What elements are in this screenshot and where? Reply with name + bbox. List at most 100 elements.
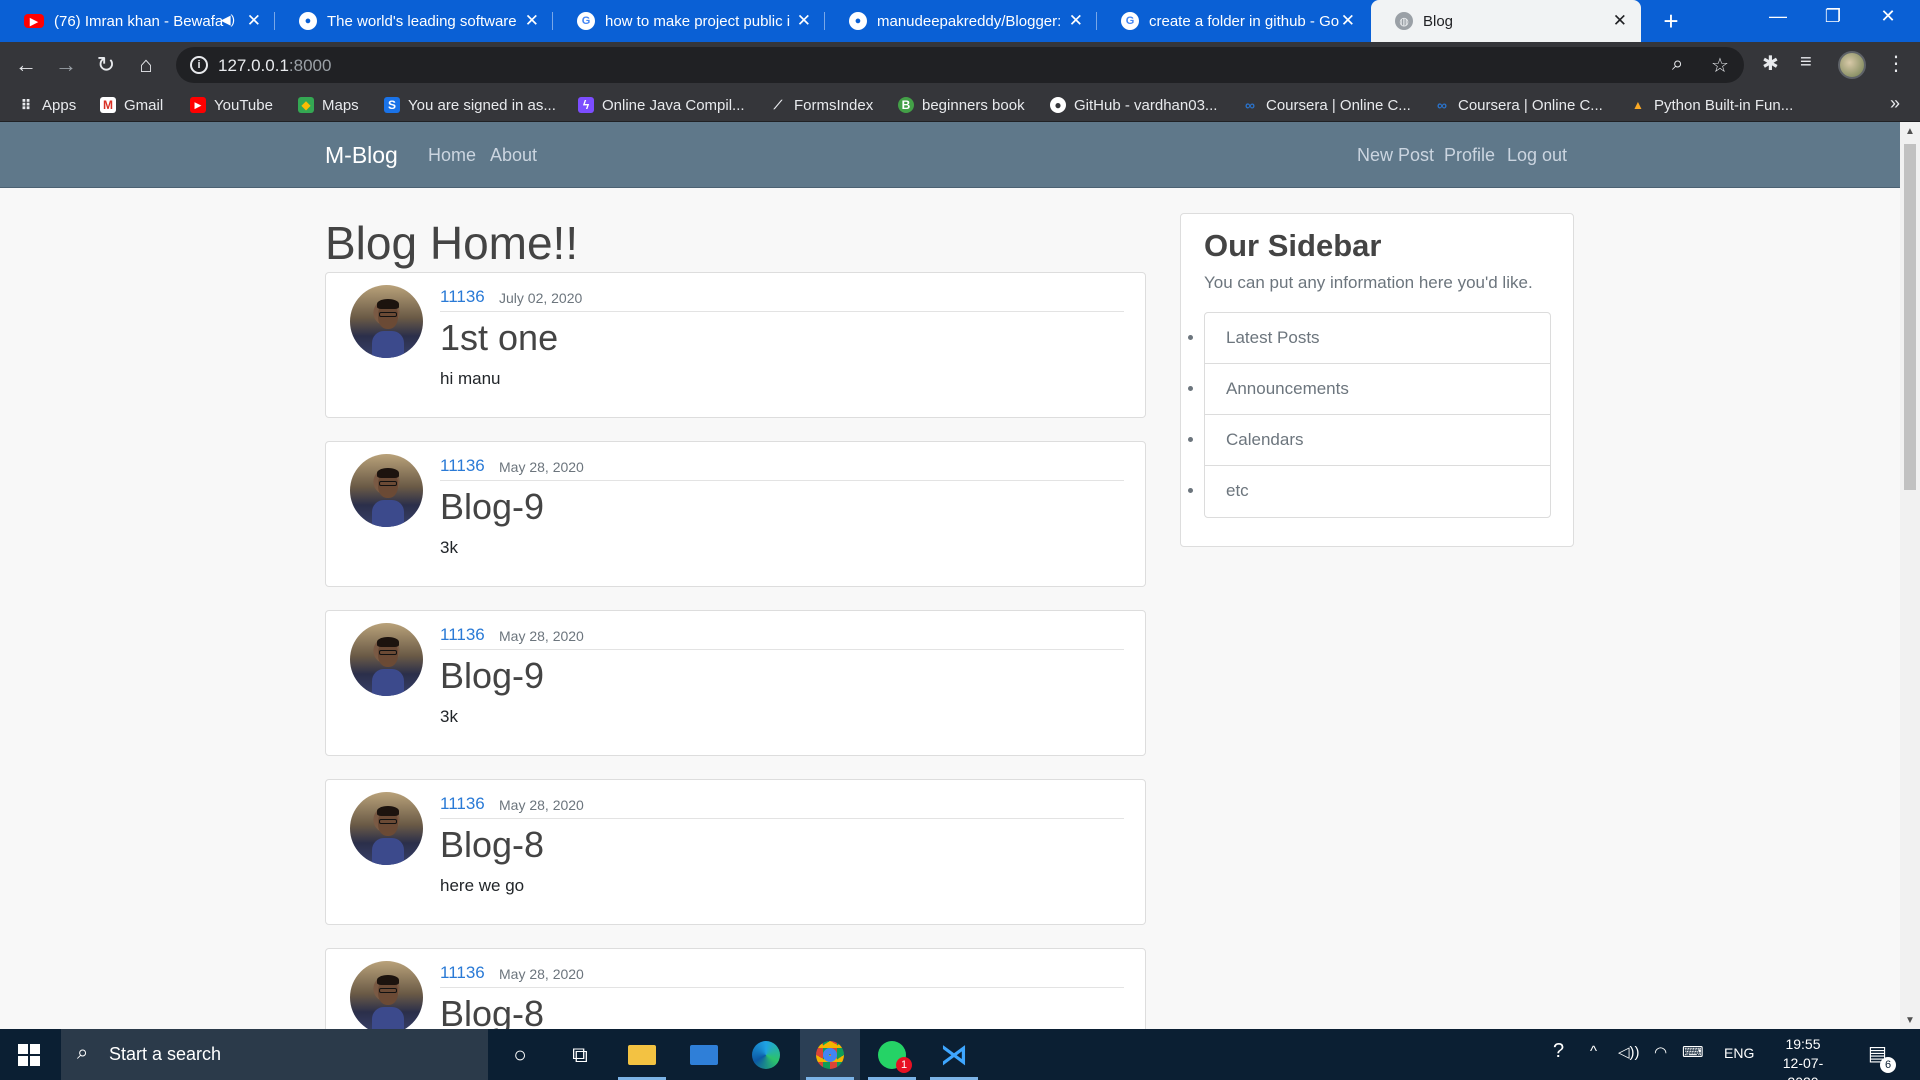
windows-start-icon[interactable] <box>18 1044 40 1066</box>
tab-google-search-1[interactable]: G how to make project public i ✕ <box>553 0 825 42</box>
tab-github-repo[interactable]: ● manudeepakreddy/Blogger: ✕ <box>825 0 1097 42</box>
nav-new-post[interactable]: New Post <box>1357 145 1434 166</box>
wifi-icon[interactable]: ◠ <box>1654 1043 1667 1061</box>
post-title-link[interactable]: Blog-9 <box>440 486 544 528</box>
sidebar-item-calendars[interactable]: Calendars <box>1205 415 1550 466</box>
media-control-icon[interactable]: ≡ <box>1800 51 1812 74</box>
menu-kebab-icon[interactable]: ⋮ <box>1886 51 1906 76</box>
post-author-link[interactable]: 11136 <box>440 625 485 645</box>
close-window-button[interactable]: ✕ <box>1868 6 1908 27</box>
apps-grid-icon: ⠿ <box>20 96 32 113</box>
scroll-up-arrow-icon[interactable]: ▲ <box>1905 126 1915 137</box>
tab-github-home[interactable]: ● The world's leading software ✕ <box>275 0 553 42</box>
bookmark-coursera-2[interactable]: ∞ Coursera | Online C... <box>1434 94 1603 116</box>
clock[interactable]: 19:55 12-07-2020 <box>1768 1035 1838 1080</box>
show-hidden-icons-icon[interactable]: ^ <box>1590 1043 1597 1060</box>
nav-log-out[interactable]: Log out <box>1507 145 1567 166</box>
edge-browser-icon[interactable] <box>736 1029 796 1080</box>
close-tab-icon[interactable]: ✕ <box>1069 11 1083 31</box>
help-icon[interactable]: ? <box>1553 1040 1564 1063</box>
bookmark-formsindex[interactable]: ⟋ FormsIndex <box>770 94 873 116</box>
home-icon[interactable]: ⌂ <box>132 51 160 79</box>
globe-icon: ◍ <box>1395 12 1413 30</box>
post-title-link[interactable]: Blog-8 <box>440 824 544 866</box>
bookmark-star-icon[interactable]: ☆ <box>1711 53 1729 78</box>
taskbar-search-box[interactable]: ⌕ Start a search <box>61 1029 488 1080</box>
cortana-icon[interactable]: ○ <box>490 1029 550 1080</box>
zoom-icon[interactable]: ⌕ <box>1672 53 1683 76</box>
back-icon[interactable]: ← <box>12 51 40 79</box>
post-author-link[interactable]: 11136 <box>440 794 485 814</box>
bookmark-github[interactable]: ● GitHub - vardhan03... <box>1050 94 1217 116</box>
profile-avatar[interactable] <box>1838 51 1866 79</box>
sidebar-item-announcements[interactable]: Announcements <box>1205 364 1550 415</box>
forward-icon[interactable]: → <box>52 51 80 79</box>
close-tab-icon[interactable]: ✕ <box>247 11 261 31</box>
vscode-icon[interactable]: ⋊ <box>924 1029 984 1080</box>
close-tab-icon[interactable]: ✕ <box>1341 11 1355 31</box>
post-title-link[interactable]: Blog-8 <box>440 993 544 1029</box>
post-author-link[interactable]: 11136 <box>440 963 485 983</box>
url-text[interactable]: 127.0.0.1:8000 <box>218 56 331 76</box>
task-view-icon[interactable]: ⧉ <box>550 1029 610 1080</box>
bookmark-gmail[interactable]: M Gmail <box>100 94 163 116</box>
extensions-icon[interactable]: ✱ <box>1762 51 1779 76</box>
post-title-link[interactable]: 1st one <box>440 317 558 359</box>
nav-about[interactable]: About <box>490 145 537 166</box>
post-divider <box>440 987 1124 988</box>
post-title-link[interactable]: Blog-9 <box>440 655 544 697</box>
post-author-link[interactable]: 11136 <box>440 456 485 476</box>
close-tab-icon[interactable]: ✕ <box>1613 11 1627 31</box>
bookmark-python[interactable]: ▲ Python Built-in Fun... <box>1630 94 1793 116</box>
author-avatar <box>350 623 423 696</box>
more-bookmarks-icon[interactable]: » <box>1890 93 1900 114</box>
beginners-book-icon: B <box>898 97 914 113</box>
tab-google-search-2[interactable]: G create a folder in github - Go ✕ <box>1097 0 1369 42</box>
bookmark-youtube[interactable]: ▶ YouTube <box>190 94 273 116</box>
author-avatar <box>350 454 423 527</box>
bookmark-coursera-1[interactable]: ∞ Coursera | Online C... <box>1242 94 1411 116</box>
minimize-button[interactable]: — <box>1758 6 1798 27</box>
nav-home[interactable]: Home <box>428 145 476 166</box>
mail-icon[interactable] <box>674 1029 734 1080</box>
bookmark-maps[interactable]: ◆ Maps <box>298 94 359 116</box>
s-logo-icon: S <box>384 97 400 113</box>
chrome-browser-icon[interactable] <box>800 1029 860 1080</box>
scrollbar-thumb[interactable] <box>1904 144 1916 490</box>
coursera-icon: ∞ <box>1245 97 1255 113</box>
post-divider <box>440 480 1124 481</box>
sidebar-heading: Our Sidebar <box>1204 228 1382 263</box>
scroll-down-arrow-icon[interactable]: ▼ <box>1905 1015 1915 1026</box>
restore-button[interactable]: ❐ <box>1813 6 1853 27</box>
language-indicator[interactable]: ENG <box>1724 1045 1754 1061</box>
bookmark-apps[interactable]: ⠿ Apps <box>18 94 77 116</box>
close-tab-icon[interactable]: ✕ <box>525 11 539 31</box>
bookmark-beginners-book[interactable]: Bbeginners book <box>898 94 1025 116</box>
tab-blog-active[interactable]: ◍ Blog ✕ <box>1371 0 1641 42</box>
keyboard-icon[interactable]: ⌨ <box>1682 1043 1704 1061</box>
sidebar-item-latest-posts[interactable]: Latest Posts <box>1205 313 1550 364</box>
site-brand[interactable]: M-Blog <box>325 142 398 169</box>
formsindex-icon: ⟋ <box>773 97 783 112</box>
reload-icon[interactable]: ↻ <box>92 51 120 79</box>
whatsapp-icon[interactable]: 1 <box>862 1029 922 1080</box>
file-explorer-icon[interactable] <box>612 1029 672 1080</box>
speaker-icon[interactable]: ◀) <box>221 12 235 28</box>
new-tab-button[interactable]: + <box>1656 6 1686 36</box>
close-tab-icon[interactable]: ✕ <box>797 11 811 31</box>
page-scrollbar[interactable]: ▲ ▼ <box>1900 122 1920 1029</box>
site-info-icon[interactable]: i <box>190 56 208 74</box>
post-date: May 28, 2020 <box>499 459 584 475</box>
browser-tab-strip: ▶ (76) Imran khan - Bewafa ◀) ✕ ● The wo… <box>0 0 1920 42</box>
post-content: hi manu <box>440 369 501 388</box>
post-content: 3k <box>440 707 458 726</box>
tab-youtube[interactable]: ▶ (76) Imran khan - Bewafa ◀) ✕ <box>0 0 275 42</box>
volume-icon[interactable]: ◁)) <box>1618 1043 1640 1061</box>
post-author-link[interactable]: 11136 <box>440 287 485 307</box>
sidebar-item-etc[interactable]: etc <box>1205 466 1550 517</box>
bookmark-signed-in[interactable]: S You are signed in as... <box>384 94 556 116</box>
bookmark-java-compiler[interactable]: ϟ Online Java Compil... <box>578 94 745 116</box>
nav-profile[interactable]: Profile <box>1444 145 1495 166</box>
browser-toolbar: ← → ↻ ⌂ i 127.0.0.1:8000 ⌕ ☆ ✱ ≡ ⋮ <box>0 42 1920 88</box>
address-bar[interactable]: i 127.0.0.1:8000 ⌕ ☆ <box>176 47 1744 83</box>
